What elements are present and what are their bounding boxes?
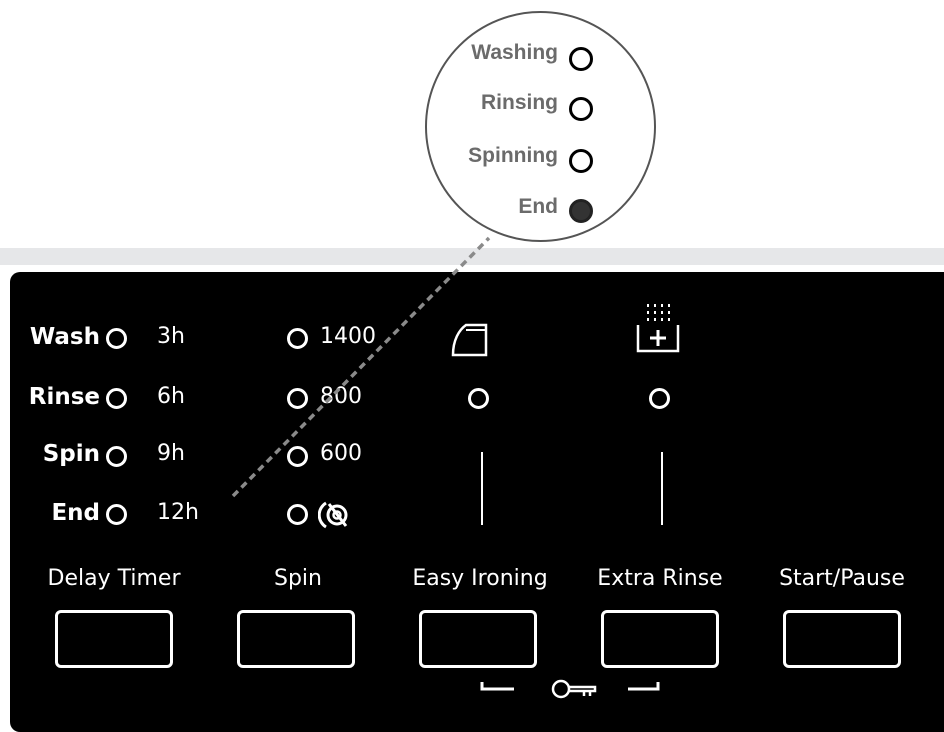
- magnifier-label-washing: Washing: [471, 41, 558, 64]
- magnifier-label-spinning: Spinning: [468, 144, 558, 167]
- magnifier-led-washing: [569, 47, 593, 71]
- magnifier-label-end: End: [518, 195, 558, 218]
- magnifier-led-end: [569, 199, 593, 223]
- magnifier-label-rinsing: Rinsing: [481, 91, 558, 114]
- magnifier-led-rinsing: [569, 97, 593, 121]
- magnifier-led-spinning: [569, 149, 593, 173]
